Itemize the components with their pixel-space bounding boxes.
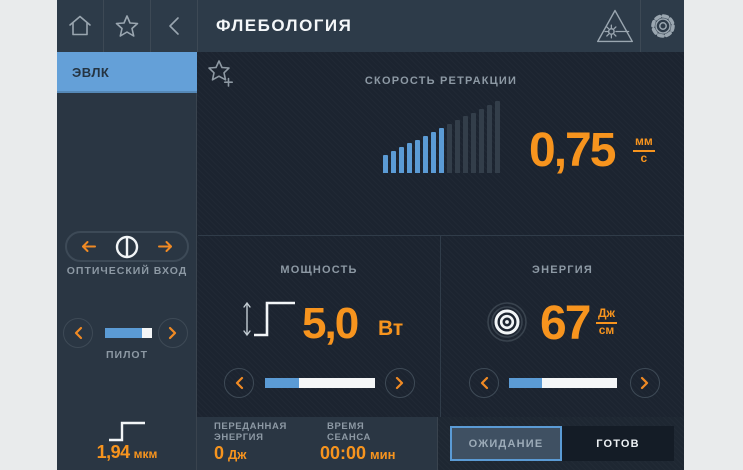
retraction-bar <box>383 155 388 173</box>
pilot-slider-fill <box>105 328 142 338</box>
wavelength-unit: мкм <box>134 447 158 461</box>
app-window: ФЛЕБОЛОГИЯ ЭВЛК <box>57 0 684 470</box>
energy-unit: Дж см <box>596 307 617 338</box>
transferred-energy-unit: Дж <box>228 447 246 462</box>
transferred-energy-value-row: 0 Дж <box>214 443 247 464</box>
gear-icon <box>648 11 678 41</box>
retraction-speed-label: СКОРОСТЬ РЕТРАКЦИИ <box>198 75 684 87</box>
optical-aperture-icon <box>115 235 139 259</box>
horizontal-divider <box>198 235 684 236</box>
wavelength-step-icon <box>107 421 147 442</box>
energy-bullseye-icon <box>486 301 528 343</box>
transferred-energy-label: ПЕРЕДАННАЯ ЭНЕРГИЯ <box>214 422 287 444</box>
retraction-speed-value: 0,75 <box>529 127 614 175</box>
wavelength-cell: 1,94 мкм <box>57 417 197 470</box>
retraction-bar <box>495 101 500 173</box>
retraction-speed-unit: мм с <box>633 135 655 166</box>
back-button[interactable] <box>151 0 198 52</box>
power-label: МОЩНОСТЬ <box>198 264 440 276</box>
unit-numerator: Дж <box>596 307 617 324</box>
retraction-bar <box>447 124 452 173</box>
retraction-bar <box>407 143 412 173</box>
power-decrease-button[interactable] <box>224 368 254 398</box>
retraction-bar <box>455 120 460 173</box>
laser-warning-icon <box>593 6 637 46</box>
unit-numerator: мм <box>633 135 655 152</box>
energy-decrease-button[interactable] <box>469 368 499 398</box>
optical-input-control <box>65 231 189 262</box>
session-time-unit: мин <box>370 447 395 462</box>
pilot-decrease-button[interactable] <box>63 318 93 348</box>
power-unit: Вт <box>378 317 403 341</box>
power-slider[interactable] <box>265 378 375 388</box>
pilot-label: ПИЛОТ <box>57 349 197 361</box>
chevron-right-icon <box>640 376 650 390</box>
arrow-left-icon[interactable] <box>80 240 97 253</box>
ready-button[interactable]: ГОТОВ <box>562 426 674 461</box>
power-step-icon <box>240 296 302 342</box>
chevron-right-icon <box>168 326 178 340</box>
retraction-bar <box>471 113 476 173</box>
optical-input-label: ОПТИЧЕСКИЙ ВХОД <box>57 265 197 277</box>
retraction-bar <box>391 151 396 173</box>
power-increase-button[interactable] <box>385 368 415 398</box>
energy-slider-fill <box>509 378 542 388</box>
unit-denominator: с <box>641 152 648 166</box>
wavelength-value: 1,94 <box>97 442 130 462</box>
retraction-bar <box>479 109 484 173</box>
favorites-button[interactable] <box>104 0 151 52</box>
energy-label: ЭНЕРГИЯ <box>441 264 684 276</box>
transferred-energy-value: 0 <box>214 443 224 463</box>
energy-value: 67 <box>540 300 589 348</box>
home-button[interactable] <box>57 0 104 52</box>
wavelength-value-row: 1,94 мкм <box>57 442 197 463</box>
power-value: 5,0 <box>302 302 357 346</box>
topbar-spacer <box>352 0 590 52</box>
chevron-left-icon <box>73 326 83 340</box>
session-time-value-row: 00:00 мин <box>320 443 396 464</box>
chevron-left-icon <box>234 376 244 390</box>
standby-button[interactable]: ОЖИДАНИЕ <box>450 426 562 461</box>
mode-switch-area: ОЖИДАНИЕ ГОТОВ <box>438 417 684 470</box>
energy-slider[interactable] <box>509 378 617 388</box>
laser-emission-indicator <box>590 0 640 52</box>
energy-increase-button[interactable] <box>630 368 660 398</box>
sidebar-tab-evlk[interactable]: ЭВЛК <box>57 52 197 93</box>
unit-denominator: см <box>599 324 615 338</box>
pilot-slider[interactable] <box>105 328 152 338</box>
back-chevron-icon <box>167 16 181 36</box>
retraction-bar <box>439 128 444 173</box>
chevron-right-icon <box>395 376 405 390</box>
power-slider-fill <box>265 378 299 388</box>
chevron-left-icon <box>479 376 489 390</box>
home-icon <box>67 13 93 39</box>
pilot-increase-button[interactable] <box>158 318 188 348</box>
retraction-bar <box>423 136 428 173</box>
retraction-bar <box>487 105 492 173</box>
retraction-bar <box>415 140 420 173</box>
retraction-speed-bars <box>383 101 501 173</box>
star-icon <box>114 13 140 39</box>
top-bar: ФЛЕБОЛОГИЯ <box>57 0 684 52</box>
session-time-label: ВРЕМЯ СЕАНСА <box>327 422 371 444</box>
retraction-bar <box>463 116 468 173</box>
page-title: ФЛЕБОЛОГИЯ <box>198 0 352 52</box>
retraction-bar <box>399 147 404 173</box>
settings-button[interactable] <box>640 0 684 52</box>
session-time-value: 00:00 <box>320 443 366 463</box>
status-bar: 1,94 мкм ПЕРЕДАННАЯ ЭНЕРГИЯ 0 Дж ВРЕМЯ СЕА… <box>57 417 684 470</box>
arrow-right-icon[interactable] <box>157 240 174 253</box>
retraction-bar <box>431 132 436 173</box>
